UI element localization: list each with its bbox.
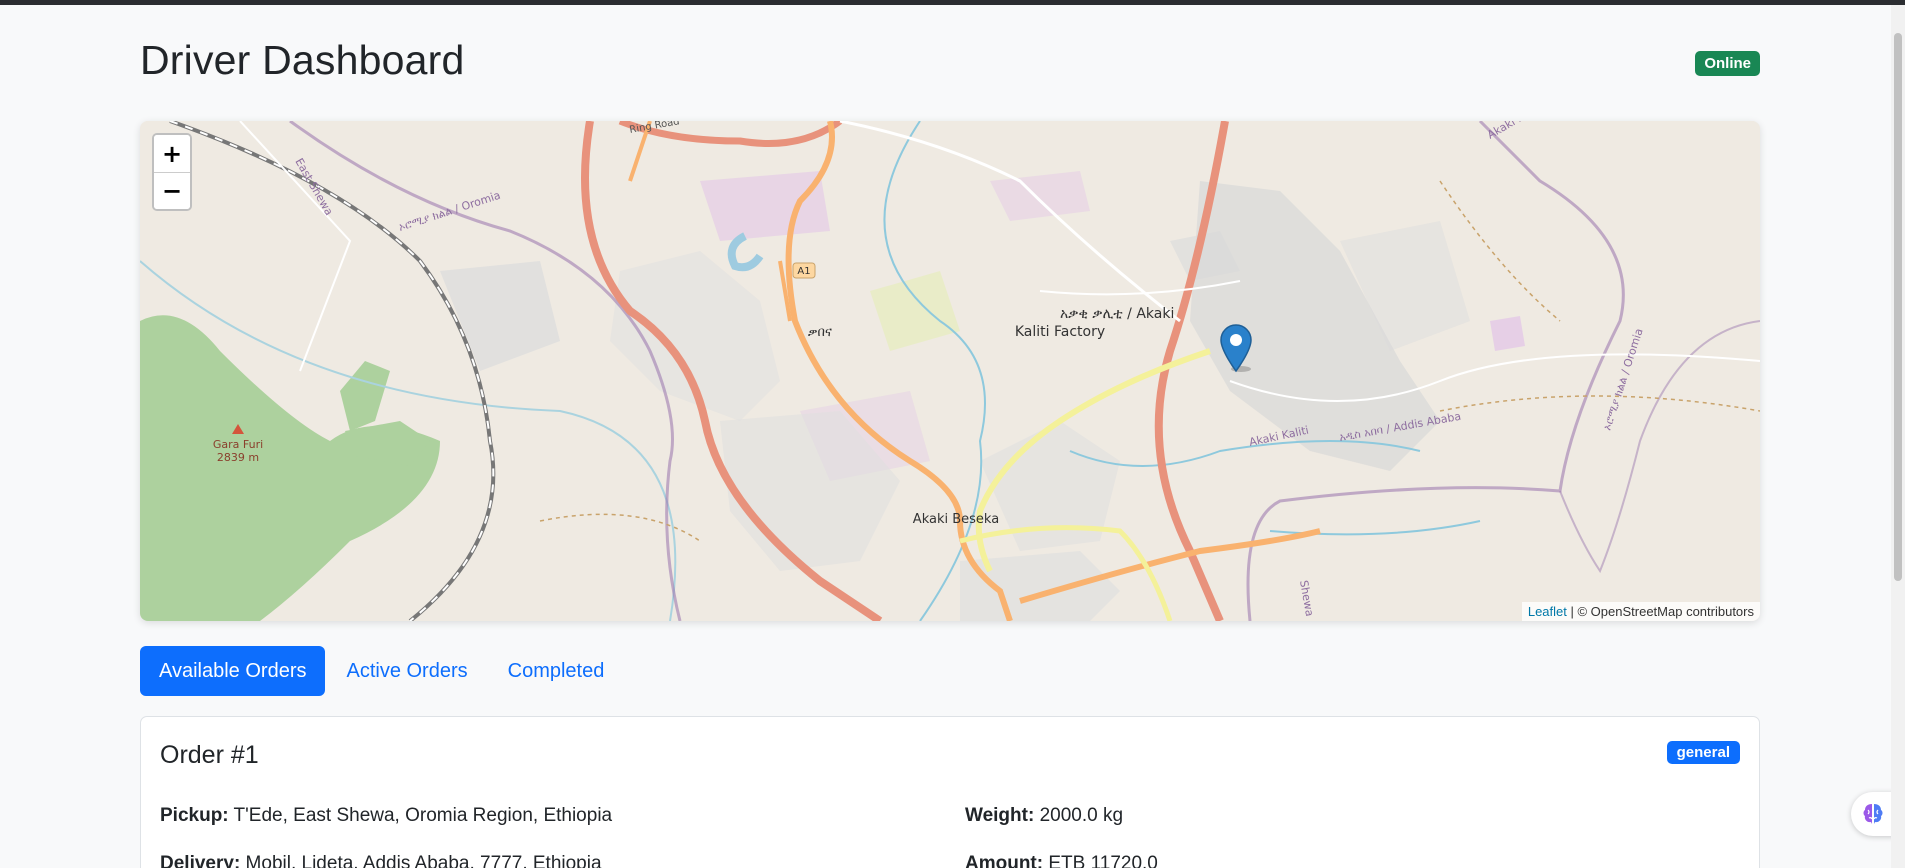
weight-label: Weight: [965,805,1035,826]
delivery-label: Delivery: [160,853,241,868]
weight-value: 2000.0 kg [1034,805,1124,826]
assistant-launcher-button[interactable] [1851,792,1895,836]
pickup-field: Pickup: T'Ede, East Shewa, Oromia Region… [160,805,612,827]
amount-value: ETB 11720.0 [1043,853,1158,868]
brain-icon [1863,804,1883,824]
svg-text:Gara Furi: Gara Furi [213,438,263,451]
scrollbar-thumb[interactable] [1894,33,1902,581]
zoom-control: + − [152,133,192,211]
attribution-text: | © OpenStreetMap contributors [1566,604,1755,619]
svg-text:2839 m: 2839 m [217,451,259,464]
delivery-field: Delivery: Mobil, Lideta, Addis Ababa, 77… [160,853,602,868]
pickup-label: Pickup: [160,805,229,826]
dashboard-container: Driver Dashboard Online A1 አቃቂ ቃሊቲ / Aka… [140,5,1760,868]
svg-text:Akaki Beseka: Akaki Beseka [913,512,999,527]
zoom-in-button[interactable]: + [154,135,190,172]
order-title: Order #1 [160,741,259,769]
tab-active-orders[interactable]: Active Orders [327,646,486,696]
pickup-value: T'Ede, East Shewa, Oromia Region, Ethiop… [228,805,613,826]
map-view[interactable]: A1 አቃቂ ቃሊቲ / Akaki Kaliti Factory ቃበና Ak… [140,121,1760,621]
leaflet-link[interactable]: Leaflet [1528,604,1567,619]
tab-available-orders[interactable]: Available Orders [140,646,326,696]
page-title: Driver Dashboard [140,37,465,83]
map-attribution: Leaflet | © OpenStreetMap contributors [1521,602,1760,621]
amount-field: Amount: ETB 11720.0 [965,853,1158,868]
dashboard-header: Driver Dashboard Online [140,5,1760,115]
order-tabs: Available Orders Active Orders Completed [140,646,625,698]
amount-label: Amount: [965,853,1044,868]
order-type-badge: general [1666,741,1740,764]
svg-text:አቃቂ ቃሊቲ / Akaki: አቃቂ ቃሊቲ / Akaki [1060,305,1174,322]
location-marker-icon[interactable] [1219,323,1253,373]
delivery-value: Mobil, Lideta, Addis Ababa, 7777, Ethiop… [240,853,602,868]
map-tiles[interactable]: A1 አቃቂ ቃሊቲ / Akaki Kaliti Factory ቃበና Ak… [140,121,1760,621]
svg-text:A1: A1 [797,266,810,277]
svg-text:ቃበና: ቃበና [808,325,832,340]
scrollbar[interactable] [1891,5,1905,868]
weight-field: Weight: 2000.0 kg [965,805,1123,827]
zoom-out-button[interactable]: − [154,172,190,209]
order-card[interactable]: Order #1 general Pickup: T'Ede, East She… [140,716,1760,868]
tab-completed[interactable]: Completed [489,646,624,696]
status-badge: Online [1695,51,1760,76]
svg-text:Kaliti Factory: Kaliti Factory [1015,324,1105,340]
